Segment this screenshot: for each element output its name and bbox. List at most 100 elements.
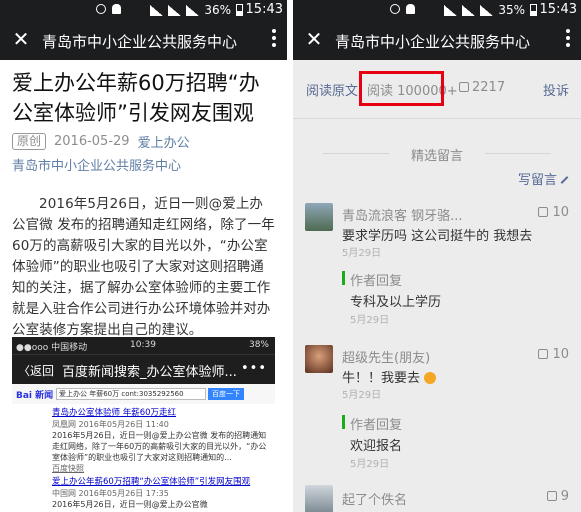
reply-title: 作者回复 <box>350 418 403 433</box>
thumb-up-icon <box>459 82 469 92</box>
close-icon[interactable]: ✕ <box>303 28 325 50</box>
article-meta: 原创 2016-05-29 爱上办公 <box>12 132 275 151</box>
read-original-link[interactable]: 阅读原文 <box>306 80 358 99</box>
embed-result-snippet: 2016年5月26日，近日一则@爱上办公官微 发布的招聘通知走红网络，除了一年6… <box>52 431 267 462</box>
embed-carrier: ●●ooo 中国移动 <box>16 343 88 353</box>
status-bar: 36% 15:43 <box>0 0 287 20</box>
signal-icon <box>168 4 182 16</box>
status-icons-right: 35% <box>444 3 537 17</box>
signal-icon-2 <box>480 4 494 16</box>
comment-text-wrap: 牛！！我要去 <box>342 367 437 386</box>
comment-author: 起了个佚名 <box>342 493 408 508</box>
wifi-icon <box>150 4 164 16</box>
article: 爱上办公年薪60万招聘“办公室体验师”引发网友围观 原创 2016-05-29 … <box>0 60 287 341</box>
battery-percent: 35% <box>498 3 525 17</box>
status-time: 15:43 <box>539 2 577 17</box>
article-author[interactable]: 爱上办公 <box>138 132 190 151</box>
embed-more-icon: ••• <box>240 361 267 376</box>
embed-nav-bar: 〈返回 百度新闻搜索_办公室体验师... ••• <box>12 354 275 384</box>
page-title: 青岛市中小企业公共服务中心 <box>42 33 238 51</box>
close-icon[interactable]: ✕ <box>10 28 32 50</box>
embed-back-button: 〈返回 <box>18 364 55 378</box>
article-paragraph: 2016年5月26日，近日一则@爱上办公官微 发布的招聘通知走红网络，除了一年6… <box>12 196 275 338</box>
comment-like-count: 9 <box>560 489 569 504</box>
embed-search-bar: Bai 新闻 爱上办公 年薪60万 cont:3035292560 百度一下 <box>12 384 275 404</box>
comment-author: 青岛流浪客 钢牙骆... <box>342 209 463 224</box>
battery-percent: 36% <box>204 3 231 17</box>
more-icon[interactable] <box>565 29 571 51</box>
reply-indicator <box>342 415 345 429</box>
status-bar: 35% 15:43 <box>293 0 581 20</box>
divider <box>293 118 581 119</box>
reply-date: 5月29日 <box>350 315 390 326</box>
write-comment-button[interactable]: 写留言 <box>518 169 569 188</box>
report-link[interactable]: 投诉 <box>543 80 569 99</box>
embed-result-source: 凤凰网 2016年05月26日 11:40 <box>52 420 169 429</box>
reply-text: 专科及以上学历 <box>350 295 442 310</box>
embed-result-source: 中国网 2016年05月26日 17:35 <box>52 489 169 498</box>
comment-like-count: 10 <box>552 205 569 220</box>
embed-result: 青岛办公室体验师 年薪60万走红 凤凰网 2016年05月26日 11:40 2… <box>52 408 269 474</box>
embed-baidu-logo: Bai 新闻 <box>16 391 54 401</box>
embedded-screenshot: ●●ooo 中国移动 10:39 38% 〈返回 百度新闻搜索_办公室体验师..… <box>12 337 275 512</box>
comment-date: 5月29日 <box>342 248 382 259</box>
embed-result-title: 青岛办公室体验师 年薪60万走红 <box>52 408 177 418</box>
comment-like-button[interactable]: 9 <box>546 489 569 504</box>
comment-like-button[interactable]: 10 <box>538 205 569 220</box>
embed-results: 青岛办公室体验师 年薪60万走红 凤凰网 2016年05月26日 11:40 2… <box>12 404 275 510</box>
read-count-highlight <box>359 71 444 106</box>
more-icon[interactable] <box>271 29 277 51</box>
comments-area: 阅读原文 阅读 100000+ 2217 投诉 精选留言 写留言 青岛流浪客 钢… <box>293 60 581 512</box>
thumb-up-icon <box>546 491 557 501</box>
original-badge: 原创 <box>12 133 47 150</box>
right-screen: 35% 15:43 ✕ 青岛市中小企业公共服务中心 阅读原文 阅读 100000… <box>293 0 581 512</box>
status-icons-left <box>96 4 121 14</box>
article-actions: 阅读原文 阅读 100000+ 2217 投诉 <box>293 60 581 118</box>
signal-icon-2 <box>186 4 200 16</box>
left-screen: 36% 15:43 ✕ 青岛市中小企业公共服务中心 爱上办公年薪60万招聘“办公… <box>0 0 287 512</box>
embed-search-box: 爱上办公 年薪60万 cont:3035292560 <box>56 388 206 400</box>
embed-time: 10:39 <box>130 340 156 350</box>
like-button[interactable]: 2217 <box>459 80 505 95</box>
vibrate-icon <box>96 4 106 14</box>
embed-result: 爱上办公年薪60万招聘“办公室体验师”引发网友围观 中国网 2016年05月26… <box>52 477 269 510</box>
comment-text: 牛！！我要去 <box>342 371 421 386</box>
comment-date: 5月29日 <box>342 390 382 401</box>
avatar <box>305 345 333 373</box>
alarm-icon <box>112 4 121 14</box>
embed-result-snapshot: 百度快照 <box>52 464 84 473</box>
battery-icon <box>236 4 243 16</box>
comment-like-button[interactable]: 10 <box>538 347 569 362</box>
reply-date: 5月29日 <box>350 459 390 470</box>
avatar <box>305 485 333 512</box>
write-comment-label: 写留言 <box>517 173 557 188</box>
embed-title: 百度新闻搜索_办公室体验师... <box>62 365 237 380</box>
top-bar: ✕ 青岛市中小企业公共服务中心 <box>0 20 287 60</box>
status-time: 15:43 <box>245 2 283 17</box>
status-icons-right: 36% <box>150 3 243 17</box>
thumb-up-icon <box>538 207 549 217</box>
pen-icon <box>560 176 569 184</box>
selected-comments-heading: 精选留言 <box>293 145 581 164</box>
comment-author: 超级先生(朋友) <box>342 351 431 366</box>
status-icons-left <box>390 4 415 14</box>
embed-result-snippet: 2016年5月26日，近日一则@爱上办公官微 <box>52 500 208 509</box>
page-title: 青岛市中小企业公共服务中心 <box>335 33 531 51</box>
alarm-icon <box>406 4 415 14</box>
article-date: 2016-05-29 <box>54 134 130 149</box>
reply-indicator <box>342 271 345 285</box>
comment-like-count: 10 <box>552 347 569 362</box>
signal-icon <box>462 4 476 16</box>
embed-status-bar: ●●ooo 中国移动 10:39 38% <box>12 337 275 354</box>
thumb-up-icon <box>538 349 549 359</box>
reply-text: 欢迎报名 <box>350 439 403 454</box>
avatar <box>305 203 333 231</box>
article-title: 爱上办公年薪60万招聘“办公室体验师”引发网友围观 <box>12 71 260 125</box>
top-bar: ✕ 青岛市中小企业公共服务中心 <box>293 20 581 60</box>
emoji-icon <box>424 372 437 384</box>
account-link[interactable]: 青岛市中小企业公共服务中心 <box>12 155 275 174</box>
wifi-icon <box>444 4 458 16</box>
reply-title: 作者回复 <box>350 274 403 289</box>
battery-icon <box>530 4 537 16</box>
embed-battery: 38% <box>248 340 269 350</box>
